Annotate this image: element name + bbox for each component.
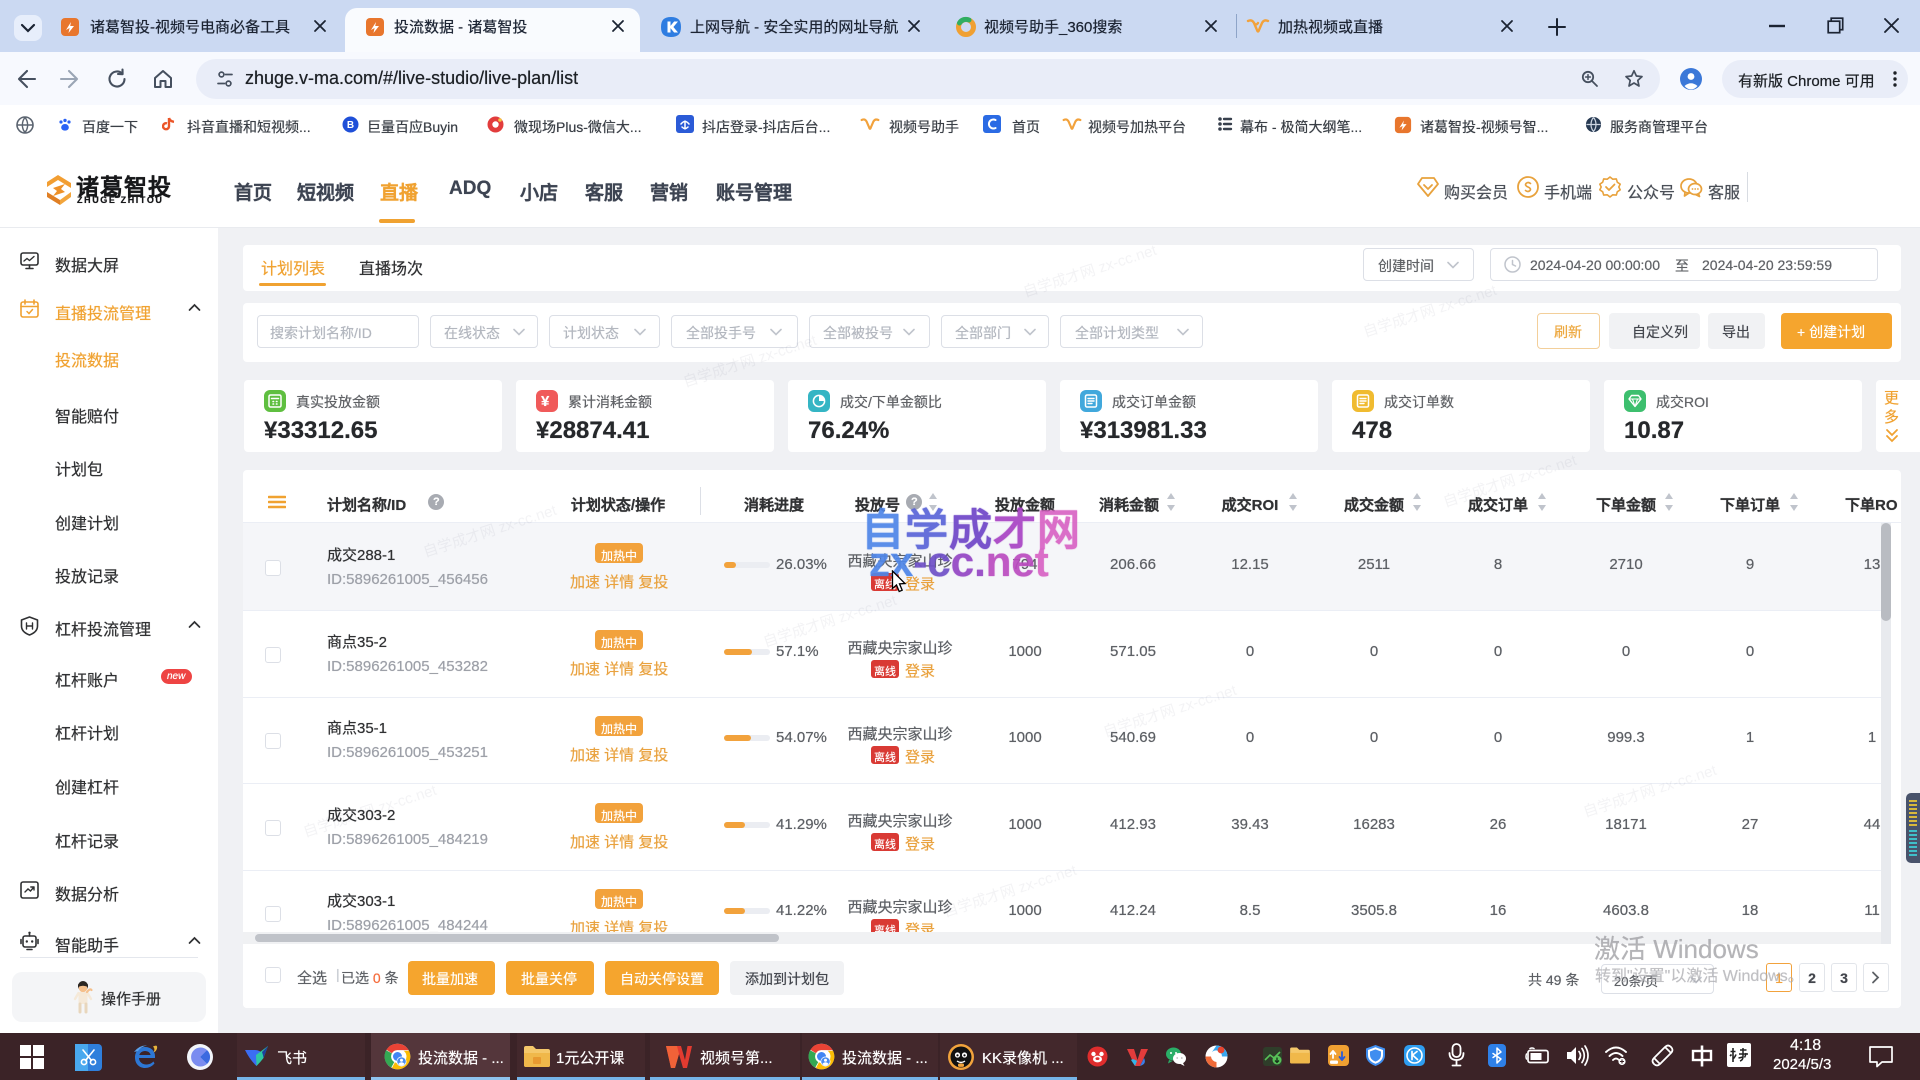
svg-text:B: B xyxy=(347,120,354,131)
